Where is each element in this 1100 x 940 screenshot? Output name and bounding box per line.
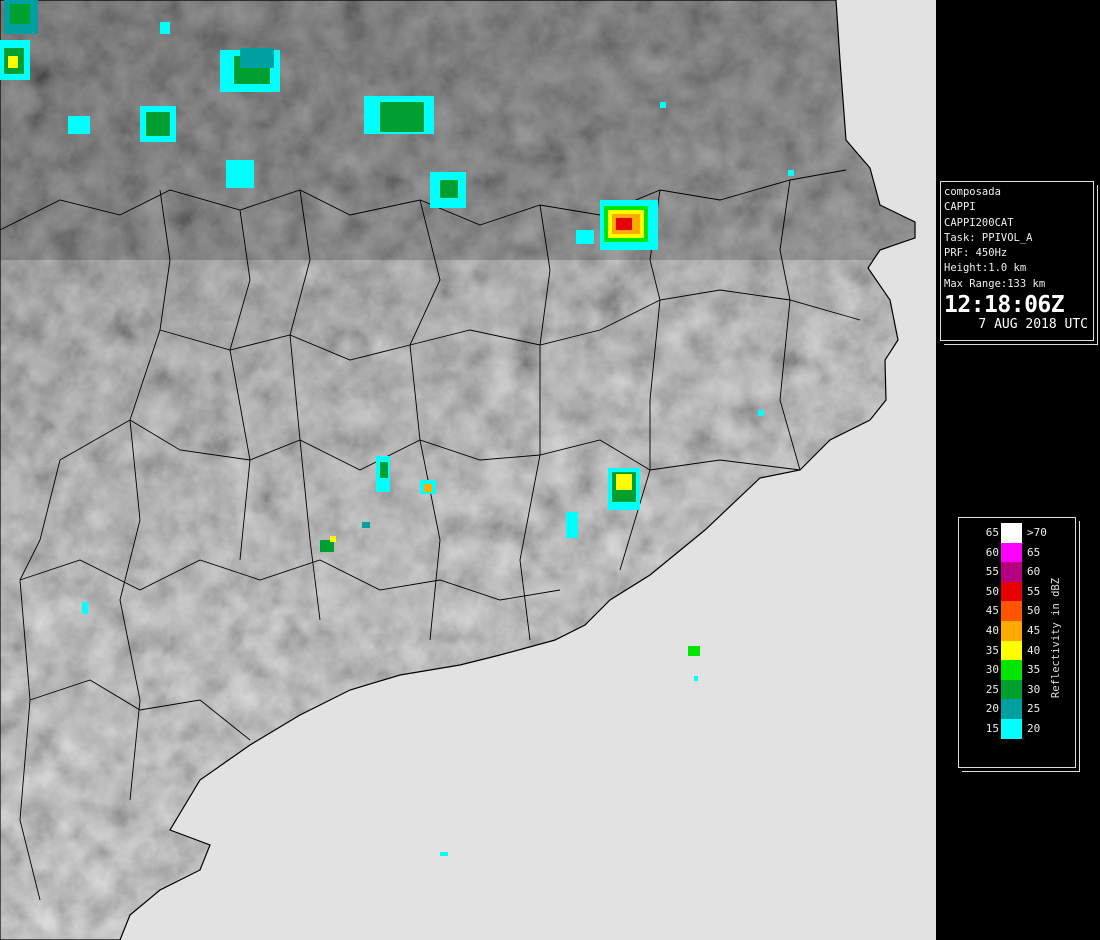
radar-info-panel: composada CAPPI CAPPI200CAT Task: PPIVOL… <box>940 181 1094 341</box>
legend-low-value: 15 <box>985 722 999 735</box>
legend-low-value: 40 <box>985 624 999 637</box>
legend-color-swatch <box>1001 581 1022 602</box>
product-name-label: CAPPI200CAT <box>944 216 1014 229</box>
scan-date: 7 AUG 2018 UTC <box>978 317 1088 333</box>
legend-high-value: 45 <box>1027 624 1041 637</box>
scan-type-label: CAPPI <box>944 201 976 214</box>
legend-high-value: 30 <box>1027 682 1041 696</box>
legend-low-value: 30 <box>985 663 999 677</box>
legend-color-swatch <box>1001 542 1022 563</box>
legend-row: 60 65 <box>959 542 1075 563</box>
radar-map[interactable] <box>0 0 936 940</box>
legend-color-swatch <box>1001 562 1022 582</box>
legend-color-swatch <box>1001 699 1022 719</box>
legend-row: 65 >70 <box>959 523 1075 543</box>
reflectivity-legend: 65 >70 60 65 55 60 50 55 45 50 40 45 35 40 30 35 25 30 20 2… <box>958 517 1076 768</box>
task-label: Task: PPIVOL_A <box>944 231 1033 244</box>
height-label: Height:1.0 km <box>944 262 1027 275</box>
legend-high-value: 20 <box>1027 722 1041 735</box>
legend-low-value: 45 <box>985 604 999 618</box>
legend-color-swatch <box>1001 601 1022 621</box>
legend-high-value: 65 <box>1027 545 1041 559</box>
legend-low-value: 35 <box>985 643 999 657</box>
legend-high-value: 55 <box>1027 584 1041 598</box>
legend-color-swatch <box>1001 621 1022 641</box>
legend-color-swatch <box>1001 660 1022 680</box>
scan-time: 12:18:06Z <box>944 292 1065 319</box>
product-label: composada <box>944 186 1001 198</box>
legend-high-value: >70 <box>1027 526 1047 539</box>
legend-low-value: 60 <box>985 545 999 559</box>
prf-label: PRF: 450Hz <box>944 247 1008 260</box>
legend-high-value: 25 <box>1027 702 1041 716</box>
max-range-label: Max Range:133 km <box>944 277 1046 290</box>
legend-low-value: 55 <box>985 565 999 579</box>
legend-color-swatch <box>1001 640 1022 661</box>
legend-color-swatch <box>1001 719 1022 739</box>
legend-low-value: 50 <box>985 584 999 598</box>
legend-low-value: 20 <box>985 702 999 716</box>
legend-color-swatch <box>1001 523 1022 543</box>
legend-high-value: 50 <box>1027 604 1041 618</box>
legend-high-value: 35 <box>1027 663 1041 677</box>
legend-high-value: 60 <box>1027 565 1041 579</box>
legend-row: 15 20 <box>959 719 1075 739</box>
radar-map-canvas <box>0 0 936 940</box>
legend-low-value: 65 <box>985 526 999 539</box>
legend-high-value: 40 <box>1027 643 1041 657</box>
legend-low-value: 25 <box>985 682 999 696</box>
legend-color-swatch <box>1001 679 1022 700</box>
legend-title: Reflectivity in dBZ <box>1050 577 1062 699</box>
